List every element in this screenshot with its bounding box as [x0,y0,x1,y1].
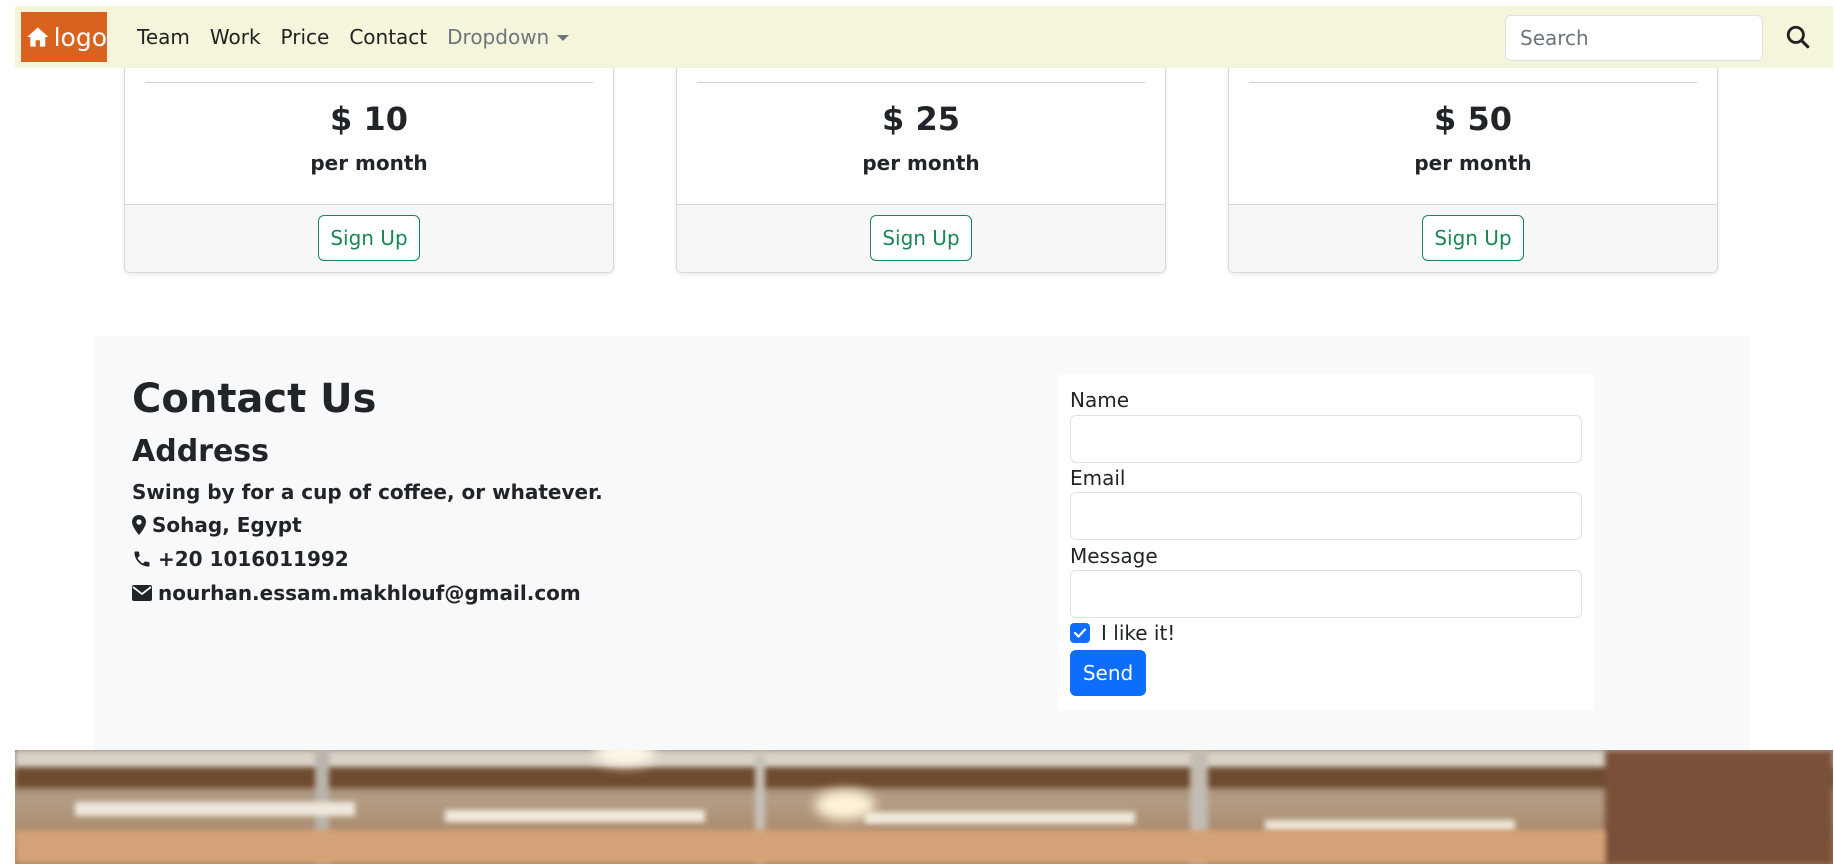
photo-light-strip [445,810,705,822]
phone-icon [134,551,150,567]
caret-down-icon [557,35,570,41]
like-checkbox[interactable] [1070,623,1090,643]
photo-lamp [815,790,875,820]
envelope-icon [132,585,152,601]
email-label: Email [1070,466,1126,490]
contact-section: Contact Us Address Swing by for a cup of… [94,336,1750,750]
card-divider [697,82,1145,83]
logo[interactable]: logo [21,12,107,62]
card-footer: Sign Up [677,204,1165,272]
name-field[interactable] [1070,415,1582,463]
photo-window-glow [15,830,1605,864]
like-checkbox-row: I like it! [1070,621,1175,645]
photo-wall [1605,750,1833,864]
photo-light-strip [75,802,355,816]
photo-light-strip [865,812,1135,824]
phone-row: +20 1016011992 [132,547,349,571]
nav-links: Team Work Price Contact Dropdown [137,6,589,68]
nav-link-price[interactable]: Price [281,25,330,49]
card-period: per month [862,151,980,175]
photo-ceiling [15,750,1833,768]
sign-up-button[interactable]: Sign Up [870,215,972,261]
send-button[interactable]: Send [1070,650,1146,696]
address-description: Swing by for a cup of coffee, or whateve… [132,480,603,504]
search-input[interactable] [1505,15,1763,61]
card-price: $ 10 [330,100,408,138]
logo-text: logo [53,22,107,52]
pricing-card: $ 50 per month Sign Up [1228,68,1718,273]
email-field[interactable] [1070,492,1582,540]
sign-up-button[interactable]: Sign Up [318,215,420,261]
card-footer: Sign Up [1229,204,1717,272]
email-row: nourhan.essam.makhlouf@gmail.com [132,581,581,605]
home-icon [27,27,49,47]
card-price: $ 50 [1434,100,1512,138]
nav-link-contact[interactable]: Contact [349,25,427,49]
message-label: Message [1070,544,1158,568]
card-period: per month [1414,151,1532,175]
cafe-photo [15,750,1833,864]
location-row: Sohag, Egypt [132,513,302,537]
navbar: logo Team Work Price Contact Dropdown [15,6,1833,68]
contact-form: Name Email Message I like it! Send [1058,374,1594,710]
location-text: Sohag, Egypt [152,513,302,537]
card-divider [1249,82,1697,83]
pricing-card: $ 25 per month Sign Up [676,68,1166,273]
dropdown-toggle[interactable]: Dropdown [447,25,570,49]
map-marker-icon [132,515,146,535]
nav-link-team[interactable]: Team [137,25,190,49]
phone-text: +20 1016011992 [158,547,349,571]
photo-beam [15,768,1833,788]
contact-title: Contact Us [132,376,377,422]
card-price: $ 25 [882,100,960,138]
pricing-card: $ 10 per month Sign Up [124,68,614,273]
search-icon[interactable] [1785,24,1811,50]
dropdown-label: Dropdown [447,25,550,49]
message-field[interactable] [1070,570,1582,618]
sign-up-button[interactable]: Sign Up [1422,215,1524,261]
nav-link-work[interactable]: Work [210,25,261,49]
card-period: per month [310,151,428,175]
email-text: nourhan.essam.makhlouf@gmail.com [158,581,581,605]
like-checkbox-label: I like it! [1101,621,1176,645]
card-divider [145,82,593,83]
check-icon [1073,628,1087,638]
card-footer: Sign Up [125,204,613,272]
address-title: Address [132,434,270,469]
name-label: Name [1070,388,1130,412]
